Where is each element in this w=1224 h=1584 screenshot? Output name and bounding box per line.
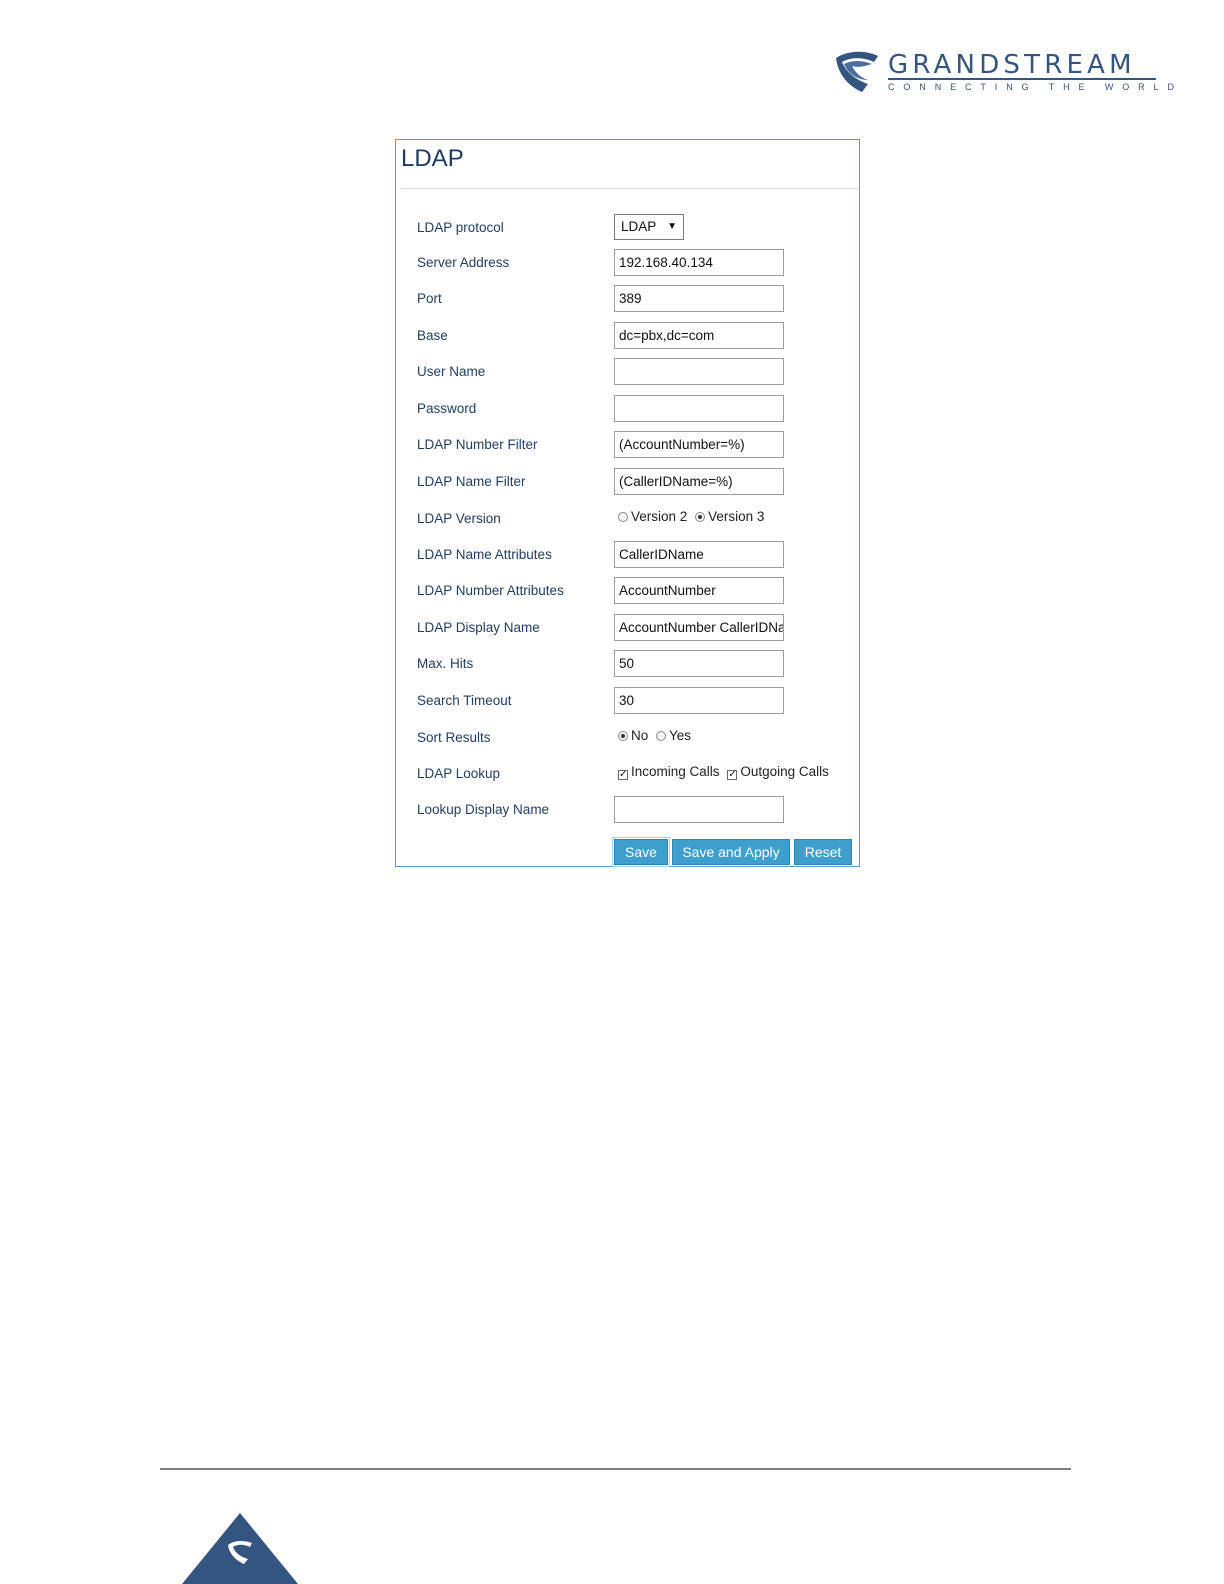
outgoing-calls-label: Outgoing Calls <box>740 764 829 779</box>
row-password: Password <box>396 395 861 423</box>
row-port: Port 389 <box>396 285 861 313</box>
sort-results-label: Sort Results <box>417 730 491 745</box>
footer-divider <box>160 1468 1071 1470</box>
sort-yes-radio[interactable] <box>656 731 667 741</box>
row-lookup-display-name: Lookup Display Name <box>396 796 861 824</box>
ldap-version-options: Version 2 Version 3 <box>618 509 768 524</box>
password-label: Password <box>417 401 477 416</box>
reset-button[interactable]: Reset <box>794 839 852 865</box>
sort-results-options: No Yes <box>618 728 695 743</box>
row-number-filter: LDAP Number Filter (AccountNumber=%) <box>396 431 861 459</box>
name-attributes-input[interactable]: CallerIDName <box>614 541 784 568</box>
name-attributes-label: LDAP Name Attributes <box>417 547 552 562</box>
row-search-timeout: Search Timeout 30 <box>396 687 861 715</box>
footer-logo-icon <box>182 1513 298 1584</box>
number-filter-input[interactable]: (AccountNumber=%) <box>614 431 784 458</box>
number-filter-label: LDAP Number Filter <box>417 437 538 452</box>
row-display-name: LDAP Display Name AccountNumber CallerID… <box>396 614 861 642</box>
ldap-protocol-select[interactable]: LDAP ▼ <box>614 214 684 240</box>
brand-rule <box>888 78 1156 80</box>
version-2-radio[interactable] <box>618 512 628 522</box>
sort-yes-label: Yes <box>669 728 692 743</box>
ldap-lookup-options: ✓ Incoming Calls ✓ Outgoing Calls <box>618 764 833 780</box>
display-name-label: LDAP Display Name <box>417 620 540 635</box>
incoming-calls-checkbox[interactable]: ✓ <box>618 770 628 780</box>
row-ldap-version: LDAP Version Version 2 Version 3 <box>396 505 861 533</box>
row-max-hits: Max. Hits 50 <box>396 650 861 678</box>
panel-divider <box>401 188 859 189</box>
grandstream-logo: GRANDSTREAM CONNECTING THE WORLD <box>834 50 1174 94</box>
port-label: Port <box>417 291 442 306</box>
panel-title: LDAP <box>401 145 464 172</box>
outgoing-calls-checkbox[interactable]: ✓ <box>727 770 738 780</box>
row-sort-results: Sort Results No Yes <box>396 724 861 752</box>
ldap-protocol-label: LDAP protocol <box>417 220 504 235</box>
row-server-address: Server Address 192.168.40.134 <box>396 249 861 277</box>
ldap-panel: LDAP LDAP protocol LDAP ▼ Server Address… <box>395 139 860 867</box>
version-3-radio[interactable] <box>695 512 706 522</box>
server-address-input[interactable]: 192.168.40.134 <box>614 249 784 276</box>
name-filter-label: LDAP Name Filter <box>417 474 526 489</box>
row-base: Base dc=pbx,dc=com <box>396 322 861 350</box>
ldap-version-label: LDAP Version <box>417 511 501 526</box>
row-name-attributes: LDAP Name Attributes CallerIDName <box>396 541 861 569</box>
incoming-calls-label: Incoming Calls <box>631 764 720 779</box>
row-user-name: User Name <box>396 358 861 386</box>
row-ldap-lookup: LDAP Lookup ✓ Incoming Calls ✓ Outgoing Ca… <box>396 760 861 788</box>
lookup-display-name-input[interactable] <box>614 796 784 823</box>
display-name-input[interactable]: AccountNumber CallerIDName <box>614 614 784 641</box>
password-input[interactable] <box>614 395 784 422</box>
brand-tagline: CONNECTING THE WORLD <box>888 82 1183 92</box>
ldap-protocol-value: LDAP <box>621 219 657 234</box>
dropdown-arrow-icon: ▼ <box>667 221 677 232</box>
base-input[interactable]: dc=pbx,dc=com <box>614 322 784 349</box>
max-hits-label: Max. Hits <box>417 656 474 671</box>
version-3-label: Version 3 <box>708 509 765 524</box>
search-timeout-label: Search Timeout <box>417 693 512 708</box>
sort-no-radio[interactable] <box>618 731 628 741</box>
max-hits-input[interactable]: 50 <box>614 650 784 677</box>
user-name-input[interactable] <box>614 358 784 385</box>
lookup-display-name-label: Lookup Display Name <box>417 802 550 817</box>
name-filter-input[interactable]: (CallerIDName=%) <box>614 468 784 495</box>
ldap-lookup-label: LDAP Lookup <box>417 766 501 781</box>
user-name-label: User Name <box>417 364 486 379</box>
save-button[interactable]: Save <box>612 837 670 867</box>
version-2-label: Version 2 <box>631 509 688 524</box>
grandstream-logo-icon <box>836 51 878 92</box>
sort-no-label: No <box>631 728 649 743</box>
brand-name: GRANDSTREAM <box>888 50 1136 80</box>
save-and-apply-button[interactable]: Save and Apply <box>672 839 790 865</box>
row-ldap-protocol: LDAP protocol LDAP ▼ <box>396 214 861 242</box>
port-input[interactable]: 389 <box>614 285 784 312</box>
base-label: Base <box>417 328 448 343</box>
number-attributes-label: LDAP Number Attributes <box>417 583 564 598</box>
server-address-label: Server Address <box>417 255 510 270</box>
search-timeout-input[interactable]: 30 <box>614 687 784 714</box>
row-number-attributes: LDAP Number Attributes AccountNumber <box>396 577 861 605</box>
number-attributes-input[interactable]: AccountNumber <box>614 577 784 604</box>
row-name-filter: LDAP Name Filter (CallerIDName=%) <box>396 468 861 496</box>
